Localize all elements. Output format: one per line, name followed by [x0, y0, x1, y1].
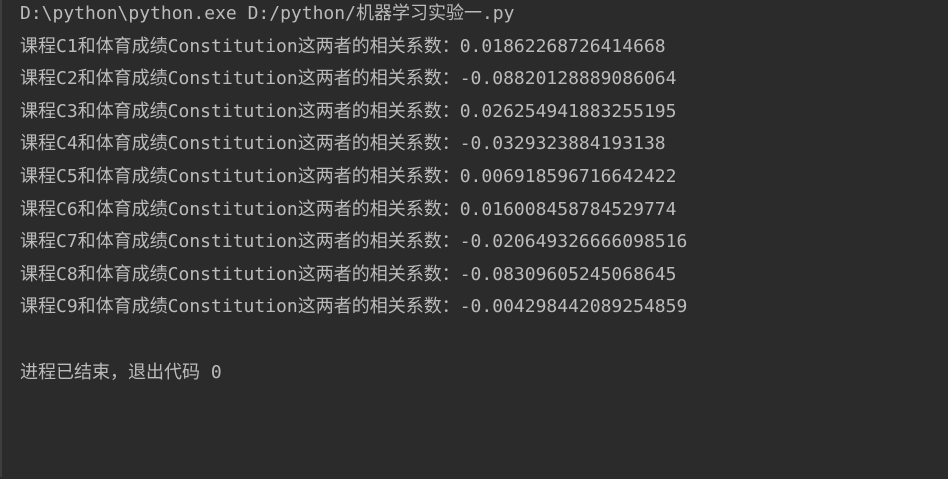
- output-line-c4: 课程C4和体育成绩Constitution这两者的相关系数：-0.0329323…: [20, 133, 666, 155]
- output-line-c2: 课程C2和体育成绩Constitution这两者的相关系数：-0.0882012…: [20, 68, 677, 90]
- output-line-c3: 课程C3和体育成绩Constitution这两者的相关系数：0.02625494…: [20, 100, 677, 122]
- output-line-c8: 课程C8和体育成绩Constitution这两者的相关系数：-0.0830960…: [20, 263, 677, 285]
- output-line-c1: 课程C1和体育成绩Constitution这两者的相关系数：0.01862268…: [20, 35, 666, 57]
- exit-message: 进程已结束，退出代码 0: [20, 361, 222, 383]
- command-line: D:\python\python.exe D:/python/机器学习实验一.p…: [20, 3, 515, 24]
- output-line-c5: 课程C5和体育成绩Constitution这两者的相关系数：0.00691859…: [20, 165, 677, 187]
- output-line-c6: 课程C6和体育成绩Constitution这两者的相关系数：0.01600845…: [20, 198, 677, 220]
- output-line-c9: 课程C9和体育成绩Constitution这两者的相关系数：-0.0042984…: [20, 296, 688, 318]
- run-console-output[interactable]: D:\python\python.exe D:/python/机器学习实验一.p…: [0, 0, 948, 477]
- output-line-c7: 课程C7和体育成绩Constitution这两者的相关系数：-0.0206493…: [20, 231, 688, 253]
